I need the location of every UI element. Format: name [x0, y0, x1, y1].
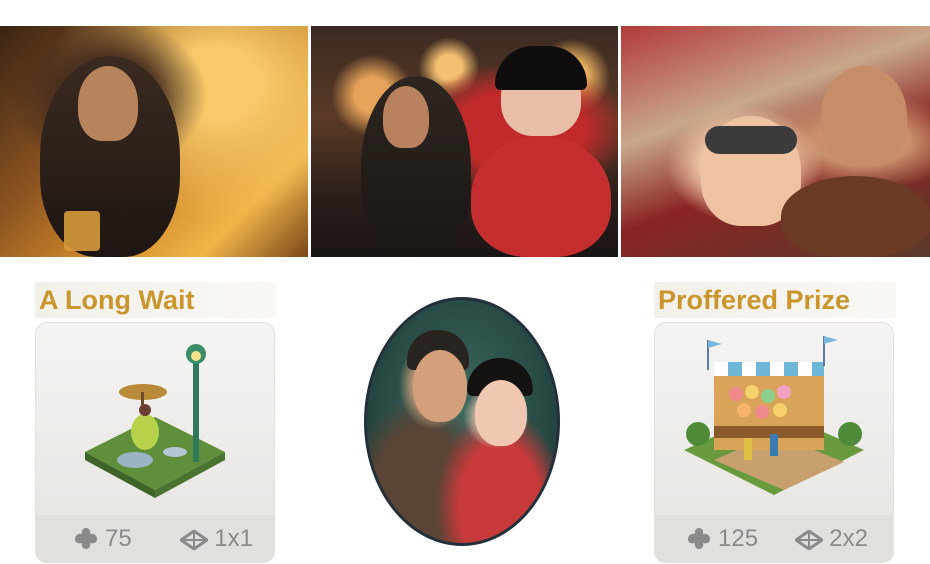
bob-haircut — [495, 46, 587, 90]
reward-card-right[interactable]: 125 2x2 — [654, 322, 894, 563]
lamp-garden-building-image — [85, 344, 225, 498]
size-stat-left: 1x1 — [178, 525, 253, 553]
story-panel-bar — [0, 26, 308, 257]
reward-title-right: Proffered Prize — [654, 282, 896, 318]
couple-portrait-medallion — [364, 297, 560, 546]
size-icon — [178, 529, 210, 551]
size-value-right: 2x2 — [829, 525, 868, 552]
leather-jacket — [781, 176, 930, 257]
happiness-icon — [75, 528, 97, 549]
size-value-left: 1x1 — [214, 525, 253, 552]
story-panel-street — [311, 26, 618, 257]
happiness-icon — [688, 528, 710, 549]
reward-title-left: A Long Wait — [35, 282, 276, 318]
size-stat-right: 2x2 — [793, 525, 868, 553]
man-face — [413, 350, 467, 422]
happiness-stat-left: 75 — [73, 525, 132, 553]
figure-aviator-face — [821, 66, 907, 166]
size-icon — [793, 529, 825, 551]
woman-face — [475, 380, 527, 446]
figure-face — [78, 66, 138, 141]
happiness-value-right: 125 — [718, 525, 759, 552]
prize-stand-building-image — [684, 336, 864, 495]
story-panel-airplane — [621, 26, 930, 257]
goggles — [705, 126, 797, 154]
whiskey-glass — [64, 211, 100, 251]
reward-card-left[interactable]: 75 1x1 — [35, 322, 275, 563]
happiness-value-left: 75 — [105, 525, 132, 552]
figure-man-face — [383, 86, 429, 148]
happiness-stat-right: 125 — [686, 525, 758, 553]
figure-woman-coat — [471, 136, 611, 257]
